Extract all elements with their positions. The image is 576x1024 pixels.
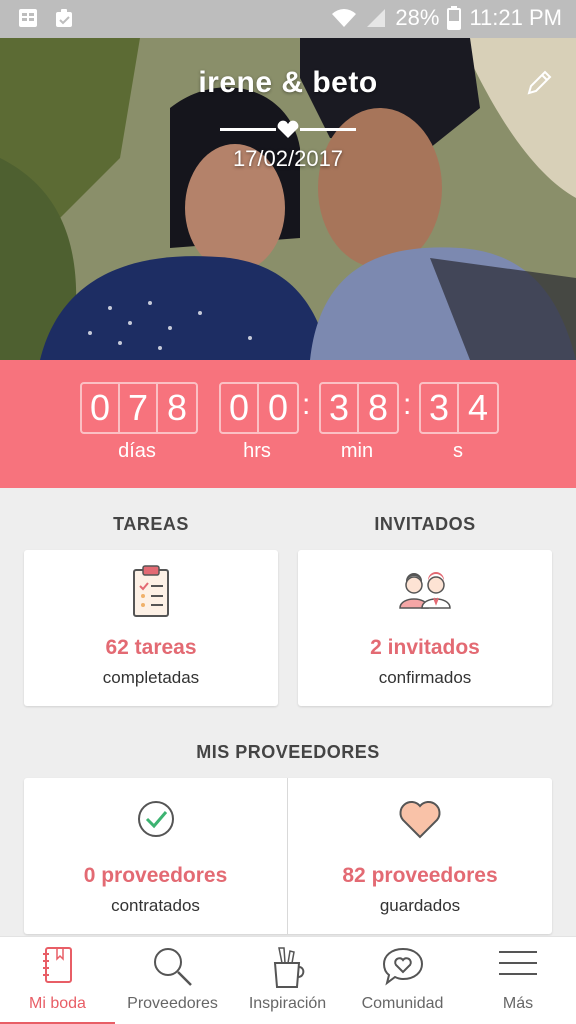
tasks-card[interactable]: 62 tareas completadas [24, 550, 278, 706]
nav-mi-boda[interactable]: Mi boda [0, 937, 115, 1024]
hours-label: hrs [243, 440, 271, 462]
guests-card[interactable]: 2 invitados confirmados [298, 550, 552, 706]
days-label: días [118, 440, 156, 462]
sheets-icon [19, 9, 37, 27]
guests-title: INVITADOS [374, 514, 476, 534]
nav-label: Mi boda [29, 995, 86, 1012]
countdown-digit: 7 [120, 384, 158, 432]
couple-names: irene & beto [198, 66, 378, 99]
bottom-nav: Mi boda Proveedores Inspiración Comunida… [0, 936, 576, 1024]
heart-divider-icon [220, 120, 356, 138]
nav-inspiracion[interactable]: Inspiración [230, 937, 345, 1024]
vendors-divider [287, 778, 288, 934]
countdown-digit: 8 [367, 387, 389, 428]
pencil-icon[interactable] [524, 68, 554, 98]
clipboard-checklist-icon [133, 565, 169, 617]
check-circle-icon [137, 801, 174, 837]
saved-vendors-count: 82 proveedores [342, 864, 498, 887]
guests-couple-icon [399, 572, 451, 609]
saved-vendors-sub: guardados [379, 896, 461, 915]
countdown-banner: 0 7 8 0 0 : 3 8 : 3 4 días hrs min s [0, 360, 576, 488]
status-bar: 28% 11:21 PM [0, 0, 576, 38]
guests-count: 2 invitados [370, 636, 480, 659]
battery-icon [447, 6, 462, 30]
vendors-card: 0 proveedores contratados 82 proveedores… [24, 778, 552, 934]
saved-vendors-panel[interactable]: 82 proveedores guardados [288, 778, 552, 934]
nav-proveedores[interactable]: Proveedores [115, 937, 230, 1024]
nav-label: Inspiración [248, 995, 327, 1012]
countdown-digit: 3 [421, 384, 459, 432]
nav-mas[interactable]: Más [460, 937, 576, 1024]
menu-icon [499, 951, 537, 975]
wifi-icon [332, 9, 357, 27]
signal-icon [367, 9, 386, 27]
countdown-digit: 0 [221, 384, 259, 432]
heart-icon [399, 801, 441, 839]
hired-vendors-count: 0 proveedores [83, 864, 228, 887]
countdown-digit: 8 [166, 387, 188, 428]
couple-photo-header[interactable]: irene & beto 17/02/2017 [0, 38, 576, 360]
nav-comunidad[interactable]: Comunidad [345, 937, 460, 1024]
countdown-digit: 0 [267, 387, 289, 428]
tasks-title: TAREAS [113, 514, 189, 534]
nav-label: Más [502, 995, 534, 1012]
countdown-minutes: 3 8 [319, 382, 399, 434]
notebook-icon [42, 947, 72, 983]
guests-sub: confirmados [378, 668, 472, 687]
battery-percent: 28% [395, 5, 440, 30]
nav-label: Proveedores [127, 995, 218, 1012]
vendors-title: MIS PROVEEDORES [196, 742, 380, 762]
countdown-hours: 0 0 [219, 382, 299, 434]
countdown-colon: : [403, 388, 412, 421]
clipboard-icon [56, 9, 72, 27]
seconds-label: s [453, 440, 463, 462]
countdown-seconds: 3 4 [419, 382, 499, 434]
countdown-days: 0 7 8 [80, 382, 198, 434]
hired-vendors-panel[interactable]: 0 proveedores contratados [24, 778, 287, 934]
minutes-label: min [340, 440, 374, 462]
pencil-cup-icon [273, 947, 304, 988]
hired-vendors-sub: contratados [111, 896, 200, 915]
tasks-sub: completadas [102, 668, 200, 687]
status-right: 28% 11:21 PM [331, 5, 562, 31]
clock: 11:21 PM [469, 5, 562, 30]
nav-label: Comunidad [361, 995, 444, 1012]
search-icon [153, 948, 192, 986]
app-root: 28% 11:21 PM irene & beto 17/02/2017 0 7… [0, 0, 576, 1024]
countdown-colon: : [302, 388, 311, 421]
status-left [18, 8, 74, 28]
tasks-count: 62 tareas [105, 636, 197, 659]
wedding-date: 17/02/2017 [232, 146, 344, 171]
countdown-digit: 4 [467, 387, 489, 428]
chat-heart-icon [382, 947, 423, 986]
countdown-digit: 3 [321, 384, 359, 432]
countdown-digit: 0 [82, 384, 120, 432]
